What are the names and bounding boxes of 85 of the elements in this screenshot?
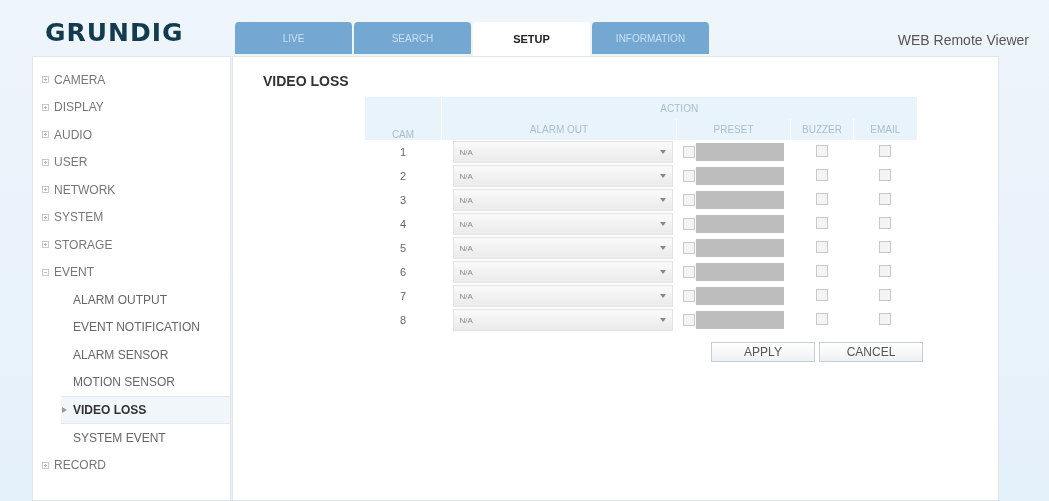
preset-checkbox[interactable] <box>682 242 695 254</box>
buzzer-checkbox[interactable] <box>816 289 828 301</box>
email-checkbox[interactable] <box>879 289 891 301</box>
alarm-out-dropdown[interactable]: N/A <box>452 237 673 259</box>
column-header: ALARM OUT <box>529 124 589 135</box>
alarm-out-dropdown[interactable]: N/A <box>452 261 673 283</box>
expand-icon <box>42 131 49 139</box>
buzzer-checkbox[interactable] <box>816 241 828 253</box>
cam-number: 1 <box>399 146 407 158</box>
app-title: WEB Remote Viewer <box>897 32 1029 50</box>
caret-icon <box>659 198 666 202</box>
caret-icon <box>659 222 666 226</box>
sidebar-item[interactable]: RECORD <box>33 451 230 479</box>
preset-checkbox[interactable] <box>682 146 695 158</box>
sidebar-item[interactable]: DISPLAY <box>33 93 230 121</box>
sidebar-subitem[interactable]: EVENT NOTIFICATION <box>33 313 230 341</box>
cam-number: 5 <box>399 242 407 254</box>
sidebar-subitem[interactable]: ALARM OUTPUT <box>33 286 230 314</box>
buzzer-checkbox[interactable] <box>816 193 828 205</box>
alarm-out-dropdown[interactable]: N/A <box>452 285 673 307</box>
sidebar-item[interactable]: NETWORK <box>33 176 230 204</box>
cam-number: 7 <box>399 290 407 302</box>
sidebar-subitem[interactable]: MOTION SENSOR <box>33 368 230 396</box>
email-checkbox[interactable] <box>879 145 891 157</box>
expand-icon <box>42 186 49 194</box>
alarm-out-dropdown[interactable]: N/A <box>452 309 673 331</box>
email-checkbox[interactable] <box>879 217 891 229</box>
alarm-out-dropdown[interactable]: N/A <box>452 213 673 235</box>
email-checkbox[interactable] <box>879 193 891 205</box>
preset-checkbox[interactable] <box>682 266 695 278</box>
caret-icon <box>659 174 666 178</box>
preset-checkbox[interactable] <box>682 170 695 182</box>
group-header: ACTION <box>660 102 699 114</box>
cam-number: 3 <box>399 194 407 206</box>
column-header: EMAIL <box>870 124 901 135</box>
caret-icon <box>659 318 666 322</box>
expand-icon <box>42 213 49 221</box>
preset-checkbox[interactable] <box>682 290 695 302</box>
buzzer-checkbox[interactable] <box>816 217 828 229</box>
sidebar-item[interactable]: USER <box>33 148 230 176</box>
sidebar-item[interactable]: EVENT <box>33 258 230 286</box>
buzzer-checkbox[interactable] <box>816 313 828 325</box>
column-header: BUZZER <box>802 124 842 135</box>
sidebar-subitem[interactable]: ALARM SENSOR <box>33 341 230 369</box>
alarm-out-dropdown[interactable]: N/A <box>452 189 673 211</box>
column-header: PRESET <box>713 124 754 135</box>
expand-icon <box>42 103 49 111</box>
tab[interactable]: SETUP <box>473 22 590 56</box>
email-checkbox[interactable] <box>879 241 891 253</box>
cancel-button[interactable]: CANCEL <box>819 342 923 362</box>
preset-checkbox[interactable] <box>682 194 695 206</box>
expand-icon <box>42 158 49 166</box>
caret-icon <box>659 246 666 250</box>
expand-icon <box>42 461 49 469</box>
page-title: VIDEO LOSS <box>263 73 350 91</box>
caret-icon <box>659 150 666 154</box>
email-checkbox[interactable] <box>879 169 891 181</box>
expand-icon <box>42 241 49 249</box>
buzzer-checkbox[interactable] <box>816 169 828 181</box>
sidebar-subitem[interactable]: SYSTEM EVENT <box>33 424 230 452</box>
sidebar-subitem[interactable]: VIDEO LOSS <box>61 396 230 424</box>
expand-icon <box>42 268 49 276</box>
sidebar-item[interactable]: AUDIO <box>33 121 230 149</box>
logo: GRUNDIG <box>45 18 185 49</box>
cam-number: 2 <box>399 170 407 182</box>
column-header: CAM <box>391 129 415 140</box>
preset-checkbox[interactable] <box>682 218 695 230</box>
email-checkbox[interactable] <box>879 313 891 325</box>
cam-number: 6 <box>399 266 407 278</box>
sidebar-item[interactable]: SYSTEM <box>33 203 230 231</box>
caret-icon <box>659 294 666 298</box>
expand-icon <box>42 76 49 84</box>
buzzer-checkbox[interactable] <box>816 265 828 277</box>
pointer-icon <box>62 407 67 413</box>
email-checkbox[interactable] <box>879 265 891 277</box>
preset-checkbox[interactable] <box>682 314 695 326</box>
buzzer-checkbox[interactable] <box>816 145 828 157</box>
sidebar-item[interactable]: STORAGE <box>33 231 230 259</box>
alarm-out-dropdown[interactable]: N/A <box>452 141 673 163</box>
alarm-out-dropdown[interactable]: N/A <box>452 165 673 187</box>
caret-icon <box>659 270 666 274</box>
apply-button[interactable]: APPLY <box>711 342 815 362</box>
sidebar-item[interactable]: CAMERA <box>33 66 230 94</box>
cam-number: 8 <box>399 314 407 326</box>
cam-number: 4 <box>399 218 407 230</box>
